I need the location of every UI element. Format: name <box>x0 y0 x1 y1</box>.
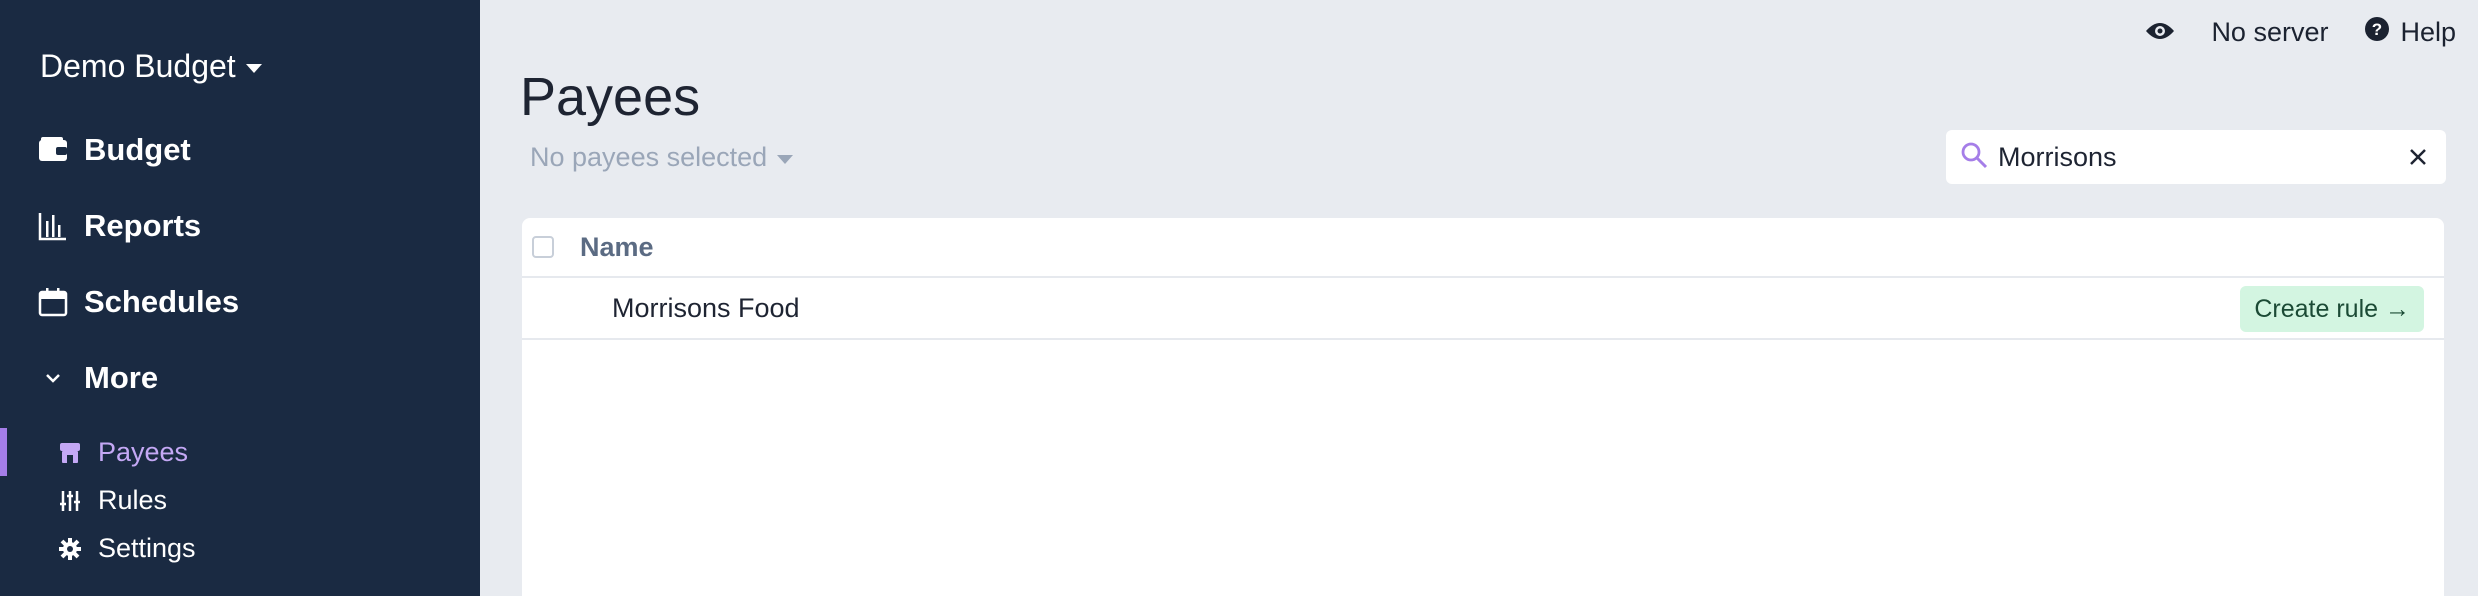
sliders-icon <box>56 487 84 515</box>
nav-item-schedules[interactable]: Schedules <box>36 284 239 320</box>
sidebar-item-label: Settings <box>98 533 196 563</box>
sidebar: Demo Budget Budget Reports Schedules Mor… <box>0 0 480 596</box>
privacy-toggle[interactable] <box>2145 17 2175 48</box>
sidebar-item-rules[interactable]: Rules <box>56 485 167 516</box>
search-icon <box>1960 141 1988 174</box>
active-indicator <box>0 428 7 476</box>
search-input[interactable] <box>1998 141 2404 173</box>
server-status[interactable]: No server <box>2211 17 2328 48</box>
caret-down-icon <box>777 155 794 164</box>
top-bar: No server ? Help <box>2145 16 2456 49</box>
sidebar-item-payees[interactable]: Payees <box>56 437 188 468</box>
nav-item-label: Schedules <box>84 284 240 319</box>
table-row[interactable]: Morrisons Food Create rule → <box>522 278 2444 340</box>
nav-item-budget[interactable]: Budget <box>36 132 191 168</box>
eye-icon <box>2145 17 2175 48</box>
bar-chart-icon <box>36 209 70 243</box>
caret-down-icon <box>245 64 262 73</box>
gear-icon <box>56 535 84 563</box>
nav-item-label: Budget <box>84 132 191 167</box>
nav-item-more[interactable]: More <box>36 360 158 396</box>
server-status-label: No server <box>2211 17 2329 47</box>
nav-item-label: Reports <box>84 208 202 243</box>
selection-dropdown[interactable]: No payees selected <box>530 142 794 173</box>
sidebar-item-settings[interactable]: Settings <box>56 533 196 564</box>
nav-item-label: More <box>84 360 159 395</box>
help-icon: ? <box>2364 16 2390 49</box>
svg-text:?: ? <box>2372 20 2382 39</box>
chevron-down-icon <box>36 361 70 395</box>
budget-name-label: Demo Budget <box>40 48 236 84</box>
create-rule-button[interactable]: Create rule → <box>2240 286 2424 332</box>
select-all-checkbox[interactable] <box>532 236 554 258</box>
calendar-icon <box>36 285 70 319</box>
column-header-name[interactable]: Name <box>580 232 654 263</box>
help-button[interactable]: ? Help <box>2364 16 2456 49</box>
budget-selector[interactable]: Demo Budget <box>40 48 262 85</box>
sidebar-item-label: Payees <box>98 437 189 467</box>
help-label: Help <box>2400 17 2456 47</box>
store-icon <box>56 439 84 467</box>
wallet-icon <box>36 133 70 167</box>
page-title: Payees <box>520 67 701 127</box>
clear-search-icon[interactable] <box>2404 143 2432 171</box>
nav-item-reports[interactable]: Reports <box>36 208 201 244</box>
payee-name[interactable]: Morrisons Food <box>612 293 800 324</box>
search-box <box>1946 130 2446 184</box>
payees-table: Name Morrisons Food Create rule → <box>522 218 2444 596</box>
sidebar-item-label: Rules <box>98 485 168 515</box>
selection-label: No payees selected <box>530 142 768 172</box>
table-header: Name <box>522 218 2444 278</box>
